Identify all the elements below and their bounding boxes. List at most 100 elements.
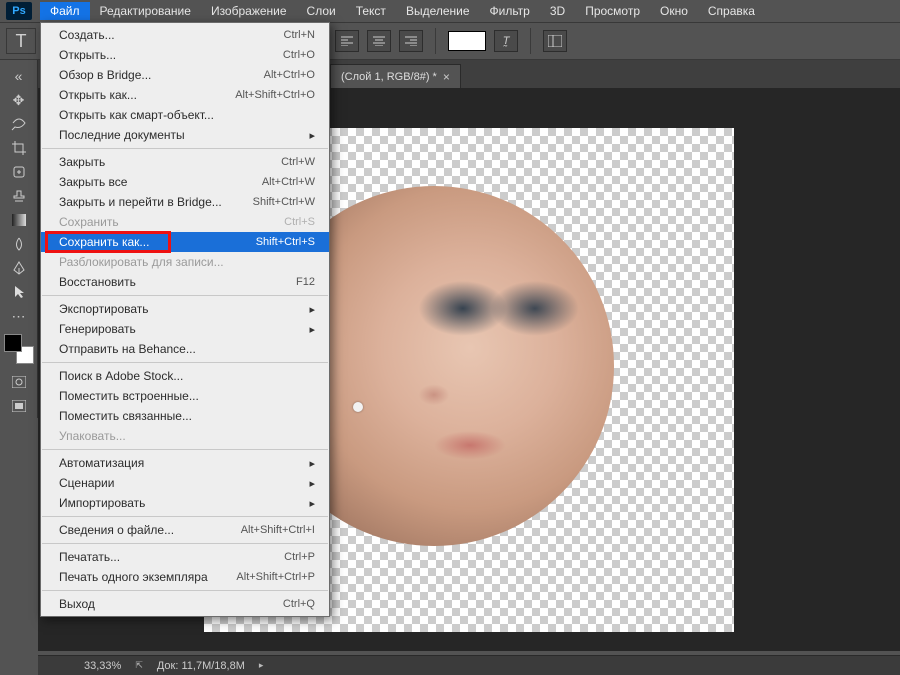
menu-item[interactable]: Создать... Ctrl+N [41, 25, 329, 45]
status-bar: 33,33% ⇱ Док: 11,7M/18,8M ▸ [38, 655, 900, 675]
align-right-button[interactable] [399, 30, 423, 52]
menu-Изображение[interactable]: Изображение [201, 2, 297, 20]
separator [530, 28, 531, 54]
more-tools-icon[interactable]: ⋯ [0, 304, 37, 328]
menu-item[interactable]: Закрыть Ctrl+W [41, 152, 329, 172]
menu-item[interactable]: Генерировать [41, 319, 329, 339]
menu-item[interactable]: Закрыть и перейти в Bridge...Shift+Ctrl+… [41, 192, 329, 212]
zoom-expand-icon[interactable]: ⇱ [135, 660, 143, 671]
menu-item-label: Сценарии [59, 476, 114, 490]
menu-item-shortcut: Alt+Shift+Ctrl+O [235, 89, 315, 101]
menu-item-shortcut: Ctrl+W [281, 156, 315, 168]
menu-item-label: Поместить встроенные... [59, 389, 199, 403]
menu-item[interactable]: ВыходCtrl+Q [41, 594, 329, 614]
menu-item-label: Экспортировать [59, 302, 149, 316]
menu-item-label: Открыть как смарт-объект... [59, 108, 214, 122]
zoom-level[interactable]: 33,33% [84, 660, 121, 672]
menu-separator [42, 148, 328, 149]
screenmode-icon[interactable] [0, 394, 37, 418]
menu-item[interactable]: Отправить на Behance... [41, 339, 329, 359]
menu-item-label: Закрыть [59, 155, 105, 169]
menu-item[interactable]: Сценарии [41, 473, 329, 493]
menu-item-label: Закрыть и перейти в Bridge... [59, 195, 222, 209]
menu-item-label: Поиск в Adobe Stock... [59, 369, 183, 383]
menu-item-shortcut: Shift+Ctrl+S [256, 236, 315, 248]
menu-item-label: Печать одного экземпляра [59, 570, 208, 584]
align-left-button[interactable] [335, 30, 359, 52]
menu-item[interactable]: Печать одного экземпляраAlt+Shift+Ctrl+P [41, 567, 329, 587]
menu-separator [42, 362, 328, 363]
menu-item[interactable]: Автоматизация [41, 453, 329, 473]
menu-bar: Ps ФайлРедактированиеИзображениеСлоиТекс… [0, 0, 900, 22]
menu-Слои[interactable]: Слои [297, 2, 346, 20]
menu-Фильтр[interactable]: Фильтр [480, 2, 540, 20]
blur-tool-icon[interactable] [0, 232, 37, 256]
menu-item-shortcut: Alt+Shift+Ctrl+I [241, 524, 315, 536]
menu-Редактирование[interactable]: Редактирование [90, 2, 201, 20]
lasso-tool-icon[interactable] [0, 112, 37, 136]
menu-item[interactable]: Открыть... Ctrl+O [41, 45, 329, 65]
menu-item: Упаковать... [41, 426, 329, 446]
menu-3D[interactable]: 3D [540, 2, 575, 20]
menu-Текст[interactable]: Текст [346, 2, 396, 20]
menu-item[interactable]: Открыть как...Alt+Shift+Ctrl+O [41, 85, 329, 105]
menu-separator [42, 516, 328, 517]
separator [435, 28, 436, 54]
crop-tool-icon[interactable] [0, 136, 37, 160]
double-arrow-icon[interactable]: « [0, 64, 37, 88]
path-selection-icon[interactable] [0, 280, 37, 304]
healing-brush-icon[interactable] [0, 160, 37, 184]
menu-item-label: Обзор в Bridge... [59, 68, 151, 82]
toolbox: « ✥ ⋯ [0, 60, 38, 418]
menu-item[interactable]: Экспортировать [41, 299, 329, 319]
menu-separator [42, 449, 328, 450]
menu-Просмотр[interactable]: Просмотр [575, 2, 650, 20]
menu-item-label: Сохранить как... [59, 235, 149, 249]
menu-Выделение[interactable]: Выделение [396, 2, 480, 20]
menu-item[interactable]: Печатать...Ctrl+P [41, 547, 329, 567]
move-tool-icon[interactable]: ✥ [0, 88, 37, 112]
document-tab[interactable]: (Слой 1, RGB/8#) * × [330, 64, 461, 88]
menu-Окно[interactable]: Окно [650, 2, 698, 20]
color-swatches[interactable] [4, 334, 34, 364]
stamp-tool-icon[interactable] [0, 184, 37, 208]
align-center-button[interactable] [367, 30, 391, 52]
pen-tool-icon[interactable] [0, 256, 37, 280]
menu-item-label: Разблокировать для записи... [59, 255, 224, 269]
menu-item[interactable]: Сохранить как... Shift+Ctrl+S [41, 232, 329, 252]
gradient-tool-icon[interactable] [0, 208, 37, 232]
menu-item[interactable]: Импортировать [41, 493, 329, 513]
tool-preset-type-icon[interactable]: T [6, 28, 36, 54]
menu-item[interactable]: Обзор в Bridge... Alt+Ctrl+O [41, 65, 329, 85]
menu-item-label: Автоматизация [59, 456, 144, 470]
menu-item[interactable]: Закрыть всеAlt+Ctrl+W [41, 172, 329, 192]
menu-item-label: Поместить связанные... [59, 409, 192, 423]
menu-item[interactable]: Последние документы [41, 125, 329, 145]
menu-item[interactable]: Сведения о файле...Alt+Shift+Ctrl+I [41, 520, 329, 540]
menu-item-label: Сохранить [59, 215, 119, 229]
doc-size-info: Док: 11,7M/18,8M [157, 660, 245, 672]
quickmask-icon[interactable] [0, 370, 37, 394]
menu-item-label: Открыть... [59, 48, 116, 62]
info-expand-icon[interactable]: ▸ [259, 660, 264, 671]
menu-item[interactable]: ВосстановитьF12 [41, 272, 329, 292]
warp-text-button[interactable]: T̰ [494, 30, 518, 52]
menu-item[interactable]: Поместить связанные... [41, 406, 329, 426]
menu-item-label: Генерировать [59, 322, 136, 336]
menu-item[interactable]: Поместить встроенные... [41, 386, 329, 406]
menu-item[interactable]: Поиск в Adobe Stock... [41, 366, 329, 386]
menu-item-shortcut: Ctrl+Q [283, 598, 315, 610]
character-panel-button[interactable] [543, 30, 567, 52]
menu-Справка[interactable]: Справка [698, 2, 765, 20]
menu-item-shortcut: Ctrl+N [284, 29, 315, 41]
menu-separator [42, 590, 328, 591]
menu-item-shortcut: Alt+Ctrl+O [264, 69, 315, 81]
text-color-swatch[interactable] [448, 31, 486, 51]
menu-item-label: Создать... [59, 28, 115, 42]
menu-item-label: Восстановить [59, 275, 136, 289]
menu-item[interactable]: Открыть как смарт-объект... [41, 105, 329, 125]
menu-item: СохранитьCtrl+S [41, 212, 329, 232]
close-tab-icon[interactable]: × [443, 70, 450, 84]
menu-item-shortcut: Ctrl+O [283, 49, 315, 61]
menu-Файл[interactable]: Файл [40, 2, 90, 20]
